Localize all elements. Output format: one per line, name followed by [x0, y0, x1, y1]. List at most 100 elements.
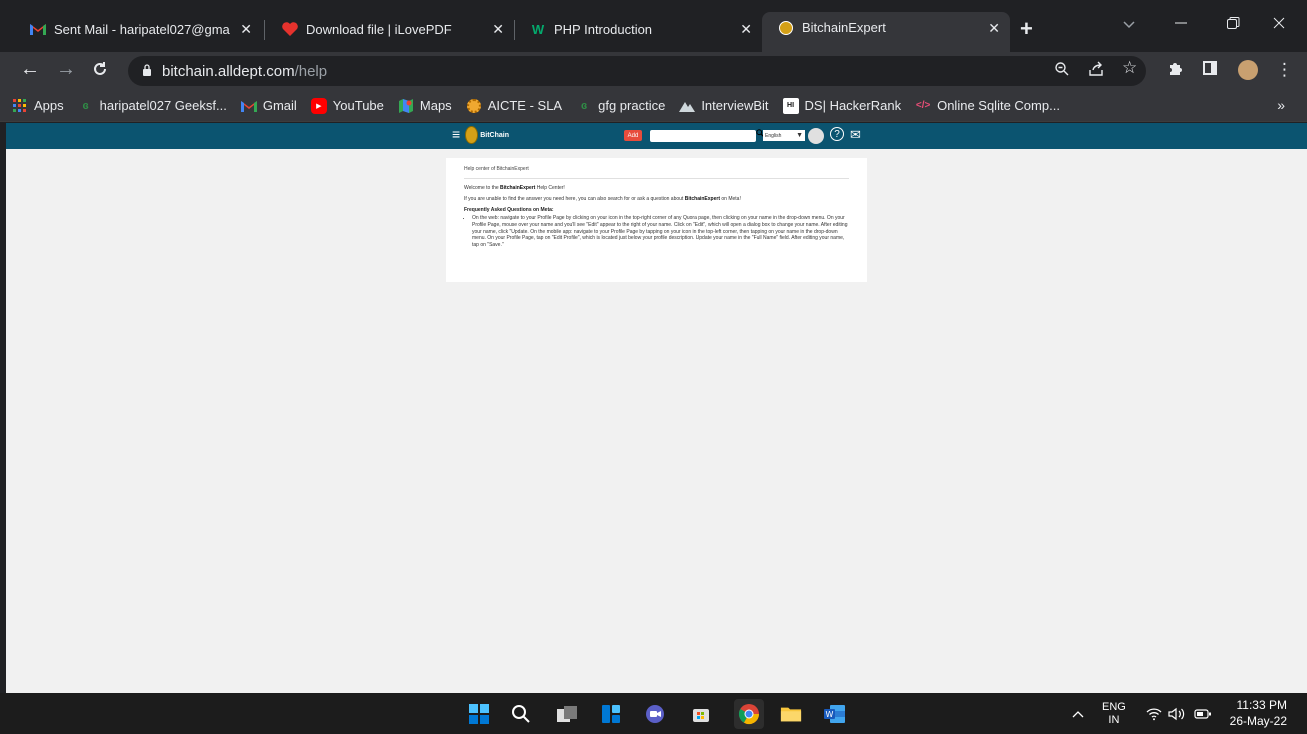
svg-text:W: W — [826, 710, 834, 719]
interviewbit-icon — [679, 98, 696, 114]
mail-icon[interactable]: ✉ — [850, 127, 861, 143]
task-view-icon[interactable] — [556, 703, 578, 725]
logo-text: BitChain — [480, 131, 509, 139]
help-center-card: Help center of BitchainExpert Welcome to… — [446, 158, 867, 282]
bookmark-interviewbit[interactable]: InterviewBit — [679, 98, 769, 114]
bitchain-icon — [778, 20, 794, 36]
bookmark-label: AICTE - SLA — [487, 98, 563, 113]
restore-icon[interactable] — [1226, 16, 1240, 35]
apps-grid-icon — [12, 98, 28, 114]
chevron-down-icon: ▼ — [796, 132, 803, 139]
ilovepdf-icon — [282, 21, 298, 37]
new-tab-button[interactable]: + — [1020, 16, 1033, 42]
bookmark-label: InterviewBit — [701, 98, 769, 113]
tray-overflow-chevron-icon[interactable] — [1072, 693, 1084, 734]
add-button[interactable]: Add — [624, 130, 642, 141]
close-icon[interactable]: ✕ — [240, 21, 252, 38]
tab-php-introduction[interactable]: W PHP Introduction ✕ — [514, 13, 762, 45]
site-search-input[interactable] — [650, 130, 756, 142]
help-icon[interactable]: ? — [830, 127, 844, 141]
battery-icon[interactable] — [1194, 693, 1212, 734]
geeksforgeeks-icon: ɞ — [580, 99, 588, 112]
browser-toolbar: ← → bitchain.alldept.com/help ☆ ⋮ — [0, 52, 1307, 90]
tab-title: PHP Introduction — [554, 21, 653, 37]
bookmark-maps[interactable]: Maps — [398, 98, 452, 114]
tab-divider — [264, 20, 265, 40]
system-clock[interactable]: 11:33 PM 26-May-22 — [1230, 698, 1287, 729]
user-avatar-icon[interactable] — [808, 128, 824, 144]
tab-sent-mail[interactable]: Sent Mail - haripatel027@gma ✕ — [14, 13, 262, 45]
language-select[interactable]: English ▼ — [763, 130, 805, 141]
faq-item: On the web: navigate to your Profile Pag… — [472, 215, 849, 249]
tab-title: BitchainExpert — [802, 20, 886, 35]
language-value: English — [765, 132, 782, 139]
minimize-icon[interactable] — [1174, 16, 1188, 35]
url-host: bitchain.alldept.com — [162, 62, 295, 80]
site-logo[interactable]: BitChain — [465, 125, 509, 145]
chrome-icon[interactable] — [734, 699, 764, 729]
lock-icon — [142, 63, 152, 79]
site-header: ≡ BitChain Add English ▼ ? ✉ — [6, 123, 1307, 149]
input-language-indicator[interactable]: ENG IN — [1102, 693, 1126, 734]
bookmark-label: gfg practice — [598, 98, 666, 113]
clock-time: 11:33 PM — [1236, 698, 1287, 712]
tab-strip: Sent Mail - haripatel027@gma ✕ Download … — [0, 0, 1307, 58]
bookmarks-bar: Apps ɞ haripatel027 Geeksf... Gmail ▶ Yo… — [0, 90, 1307, 122]
back-arrow-icon[interactable]: ← — [20, 58, 40, 81]
address-bar[interactable]: bitchain.alldept.com/help — [128, 56, 1146, 86]
bookmarks-overflow-button[interactable]: » — [1277, 97, 1285, 113]
menu-dots-icon[interactable]: ⋮ — [1276, 60, 1293, 80]
bookmark-label: Maps — [419, 98, 452, 113]
hackerrank-icon: HI — [782, 97, 799, 114]
reload-icon[interactable] — [92, 58, 108, 83]
welcome-text: Welcome to the BitchainExpert Help Cente… — [464, 184, 565, 191]
widgets-icon[interactable] — [600, 703, 622, 725]
breadcrumb: Help center of BitchainExpert — [464, 166, 849, 179]
close-icon[interactable]: ✕ — [988, 20, 1000, 37]
file-explorer-icon[interactable] — [780, 703, 802, 725]
faq-list: On the web: navigate to your Profile Pag… — [464, 215, 849, 249]
close-window-icon[interactable] — [1272, 16, 1286, 35]
tab-ilovepdf[interactable]: Download file | iLovePDF ✕ — [266, 13, 514, 45]
hamburger-menu-icon[interactable]: ≡ — [452, 126, 460, 142]
bookmark-hackerrank[interactable]: HI DS| HackerRank — [782, 97, 902, 114]
bookmark-label: Online Sqlite Comp... — [937, 98, 1060, 113]
close-icon[interactable]: ✕ — [492, 21, 504, 38]
code-icon: </> — [915, 100, 931, 111]
forward-arrow-icon[interactable]: → — [56, 58, 76, 81]
bookmark-gmail[interactable]: Gmail — [240, 98, 297, 114]
bookmark-online-sqlite[interactable]: </> Online Sqlite Comp... — [915, 98, 1060, 114]
volume-icon[interactable] — [1168, 693, 1186, 734]
bookmark-label: YouTube — [332, 98, 384, 113]
bookmark-label: Apps — [34, 98, 64, 113]
region-code: IN — [1108, 713, 1120, 726]
search-icon[interactable] — [510, 703, 532, 725]
bookmark-label: DS| HackerRank — [804, 98, 902, 113]
microsoft-store-icon[interactable] — [690, 703, 712, 725]
word-icon[interactable]: W — [824, 703, 846, 725]
clock-date: 26-May-22 — [1229, 713, 1287, 728]
close-icon[interactable]: ✕ — [740, 21, 752, 38]
bookmark-star-icon[interactable]: ☆ — [1122, 58, 1137, 78]
side-panel-icon[interactable] — [1202, 60, 1218, 81]
bookmark-apps[interactable]: Apps — [12, 98, 64, 114]
share-icon[interactable] — [1088, 61, 1104, 81]
tab-search-chevron-icon[interactable] — [1122, 16, 1136, 34]
gmail-icon — [30, 21, 46, 37]
search-hint-text: If you are unable to find the answer you… — [464, 195, 741, 202]
teams-chat-icon[interactable] — [644, 703, 666, 725]
bookmark-aicte[interactable]: AICTE - SLA — [466, 98, 562, 114]
windows-start-icon[interactable] — [468, 703, 490, 725]
bookmark-gfg-practice[interactable]: ɞ gfg practice — [576, 98, 665, 114]
bitcoin-logo-icon — [465, 126, 479, 144]
geeksforgeeks-icon: ɞ — [82, 99, 89, 112]
youtube-icon: ▶ — [310, 97, 327, 114]
profile-avatar[interactable] — [1238, 60, 1258, 80]
bookmark-geeksforgeeks[interactable]: ɞ haripatel027 Geeksf... — [78, 98, 227, 114]
wifi-icon[interactable] — [1146, 693, 1162, 734]
zoom-icon[interactable] — [1054, 61, 1070, 81]
windows-taskbar: W ENG IN 11:33 PM 26-May-22 — [0, 693, 1307, 734]
tab-title: Sent Mail - haripatel027@gma — [54, 21, 230, 37]
extensions-puzzle-icon[interactable] — [1168, 60, 1184, 81]
bookmark-youtube[interactable]: ▶ YouTube — [310, 97, 384, 114]
